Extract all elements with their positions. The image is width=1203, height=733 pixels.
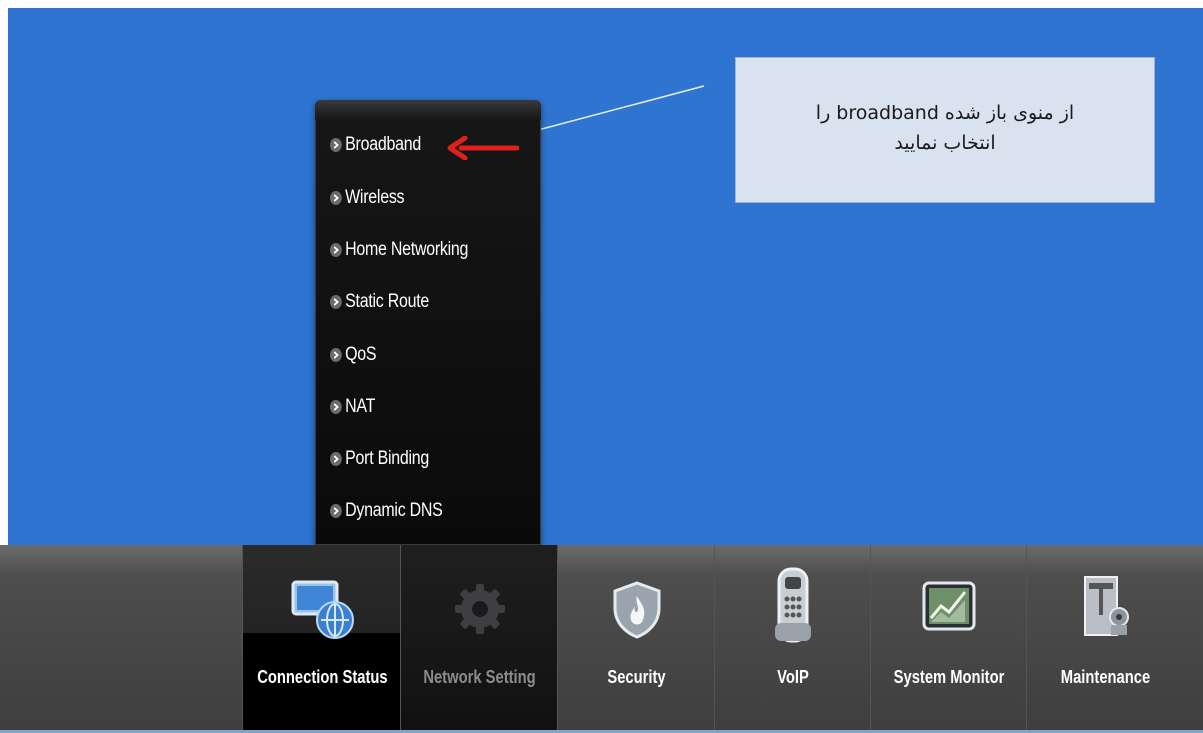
menu-item-label: NAT — [345, 396, 376, 417]
menu-item-label: Port Binding — [345, 448, 430, 469]
chart-monitor-icon — [921, 580, 977, 641]
tools-icon — [1081, 573, 1131, 644]
chevron-right-icon — [330, 191, 342, 205]
chevron-right-icon — [330, 243, 342, 257]
menu-item-wireless[interactable]: Wireless — [330, 183, 405, 213]
tab-label: Network Setting — [423, 667, 536, 687]
menu-item-nat[interactable]: NAT — [330, 392, 375, 422]
gear-icon — [451, 580, 509, 643]
tab-label: VoIP — [777, 667, 809, 687]
tab-label: Security — [607, 667, 666, 687]
menu-item-port-binding[interactable]: Port Binding — [330, 444, 429, 474]
shield-icon — [611, 580, 663, 645]
screenshot: Broadband Wireless Home Networking Stati… — [0, 0, 1203, 733]
tab-connection-status[interactable]: Connection Status — [242, 545, 401, 733]
menu-item-broadband[interactable]: Broadband — [330, 130, 421, 160]
instruction-callout: از منوی باز شده broadband را انتخاب نمای… — [735, 57, 1155, 203]
menu-item-label: Broadband — [345, 134, 421, 155]
tab-voip[interactable]: VoIP — [714, 545, 871, 733]
chevron-right-icon — [330, 295, 342, 309]
tab-network-setting[interactable]: Network Setting — [400, 545, 558, 733]
phone-icon — [771, 567, 815, 648]
tab-label: Maintenance — [1060, 667, 1151, 687]
menu-item-dynamic-dns[interactable]: Dynamic DNS — [330, 496, 443, 526]
menu-item-label: Dynamic DNS — [345, 500, 443, 521]
monitor-globe-icon — [287, 580, 357, 647]
tab-label: Connection Status — [257, 667, 388, 687]
chevron-right-icon — [330, 348, 342, 362]
menu-item-home-networking[interactable]: Home Networking — [330, 235, 468, 265]
red-arrow-icon — [447, 136, 519, 160]
tab-maintenance[interactable]: Maintenance — [1026, 545, 1184, 733]
menu-item-qos[interactable]: QoS — [330, 340, 377, 370]
menu-item-label: Home Networking — [345, 239, 469, 260]
tab-system-monitor[interactable]: System Monitor — [870, 545, 1027, 733]
menu-item-label: Static Route — [345, 291, 430, 312]
network-setting-dropdown-menu: Broadband Wireless Home Networking Stati… — [315, 100, 541, 545]
chevron-right-icon — [330, 452, 342, 466]
chevron-right-icon — [330, 400, 342, 414]
tab-security[interactable]: Security — [557, 545, 715, 733]
chevron-right-icon — [330, 504, 342, 518]
chevron-right-icon — [330, 138, 342, 152]
callout-line-1: از منوی باز شده broadband را — [815, 102, 1075, 124]
menu-item-label: Wireless — [345, 187, 405, 208]
menu-item-label: QoS — [345, 344, 377, 365]
menu-item-static-route[interactable]: Static Route — [330, 287, 429, 317]
tab-label: System Monitor — [893, 667, 1005, 687]
callout-line-2: انتخاب نمایید — [894, 132, 996, 155]
